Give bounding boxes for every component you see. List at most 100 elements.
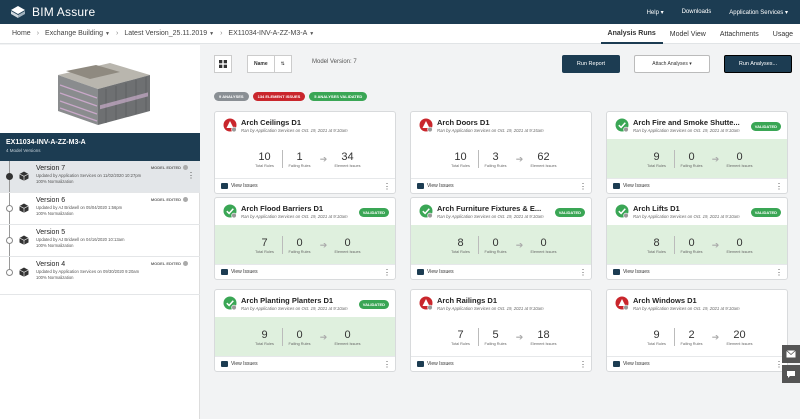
analysis-card[interactable]: Arch Doors D1 Ran by Application Services…: [410, 111, 592, 194]
tab-attachments[interactable]: Attachments: [713, 24, 766, 44]
view-issues-link[interactable]: View Issues: [623, 361, 650, 367]
version-normalization: 100% Normalization: [36, 243, 74, 249]
downloads-link[interactable]: Downloads: [682, 9, 712, 16]
card-footer: View Issues ⋮: [215, 356, 395, 371]
view-issues-link[interactable]: View Issues: [623, 183, 650, 189]
model-thumbnail[interactable]: [0, 45, 200, 133]
tab-usage[interactable]: Usage: [766, 24, 800, 44]
analysis-run-info: Ran by Application Services on Oct. 19, …: [437, 128, 544, 133]
analysis-card[interactable]: Arch Windows D1 Ran by Application Servic…: [606, 289, 788, 372]
attach-analyses-button[interactable]: Attach Analyses ▾: [634, 55, 710, 73]
analysis-card[interactable]: Arch Ceilings D1 Ran by Application Servi…: [214, 111, 396, 194]
element-issues-value: 0: [540, 236, 547, 249]
validated-check-icon: [419, 204, 433, 218]
view-issues-icon: [613, 183, 620, 189]
email-button[interactable]: [782, 345, 800, 363]
arrow-right-icon: ➔: [319, 239, 328, 250]
analyses-count-badge: 9 ANALYSES: [214, 92, 249, 101]
version-item[interactable]: Version 5 Updated by AJ Bridwell on 04/1…: [0, 225, 200, 257]
failing-rules-label: Failing Rules: [484, 249, 507, 254]
more-options-icon[interactable]: ⋮: [579, 182, 587, 191]
model-cube-icon: [19, 203, 29, 213]
card-header: Arch Doors D1 Ran by Application Services…: [411, 112, 591, 138]
timeline-dot: [6, 173, 13, 180]
card-footer: View Issues ⋮: [607, 356, 787, 371]
sort-order-button[interactable]: ⇅: [275, 56, 291, 72]
element-issues-label: Element Issues: [726, 249, 753, 254]
more-options-icon[interactable]: ⋮: [775, 268, 783, 277]
help-menu[interactable]: Help ▾: [647, 9, 664, 16]
total-rules-stat: 9 Total Rules: [640, 151, 674, 168]
view-issues-link[interactable]: View Issues: [231, 269, 258, 275]
more-options-icon[interactable]: ⋮: [383, 268, 391, 277]
more-options-icon[interactable]: ⋮: [383, 182, 391, 191]
caret-down-icon[interactable]: ▼: [105, 31, 110, 37]
more-options-icon[interactable]: ⋮: [579, 268, 587, 277]
view-issues-link[interactable]: View Issues: [427, 269, 454, 275]
element-issues-value: 18: [537, 328, 550, 341]
more-options-icon[interactable]: ⋮: [775, 182, 783, 191]
breadcrumb-model[interactable]: EX11034-INV-A-ZZ-M3-A: [228, 30, 307, 37]
app-title: BIM Assure: [32, 5, 96, 19]
chevron-right-icon: ›: [36, 30, 40, 37]
analysis-card[interactable]: Arch Flood Barriers D1 Ran by Application…: [214, 197, 396, 280]
card-stats: 9 Total Rules 0 Failing Rules ➔ 0 Element Issu…: [215, 317, 395, 357]
analysis-card[interactable]: Arch Planting Planters D1 Ran by Applicat…: [214, 289, 396, 372]
view-issues-icon: [221, 183, 228, 189]
run-analyses-button[interactable]: Run Analyses...: [724, 55, 792, 73]
total-rules-value: 10: [454, 150, 467, 163]
version-item[interactable]: Version 4 Updated by Application Service…: [0, 257, 200, 295]
view-issues-icon: [221, 361, 228, 367]
element-issues-label: Element Issues: [530, 249, 557, 254]
tab-analysis-runs[interactable]: Analysis Runs: [600, 24, 663, 44]
error-warning-icon: [223, 118, 237, 132]
grid-view-button[interactable]: [214, 55, 232, 73]
tab-model-view[interactable]: Model View: [663, 24, 713, 44]
card-footer: View Issues ⋮: [607, 178, 787, 193]
more-options-icon[interactable]: ⋮: [579, 360, 587, 369]
chevron-right-icon: ›: [115, 30, 119, 37]
total-rules-stat: 8 Total Rules: [640, 237, 674, 254]
caret-down-icon[interactable]: ▼: [209, 31, 214, 37]
breadcrumb-version[interactable]: Latest Version_25.11.2019: [124, 30, 207, 37]
sort-by-name-button[interactable]: Name: [248, 56, 275, 72]
info-icon: [183, 197, 188, 202]
view-issues-link[interactable]: View Issues: [623, 269, 650, 275]
breadcrumb-project[interactable]: Exchange Building: [45, 30, 103, 37]
caret-down-icon[interactable]: ▼: [309, 31, 314, 37]
version-item[interactable]: Version 6 Updated by AJ Bridwell on 05/0…: [0, 193, 200, 225]
run-report-button[interactable]: Run Report: [562, 55, 620, 73]
model-cube-icon: [19, 267, 29, 277]
element-issues-stat: 62 Element Issues: [527, 151, 561, 168]
arrow-right-icon: ➔: [515, 153, 524, 164]
analysis-card[interactable]: Arch Furniture Fixtures & E... Ran by App…: [410, 197, 592, 280]
failing-rules-label: Failing Rules: [680, 341, 703, 346]
view-issues-link[interactable]: View Issues: [427, 183, 454, 189]
card-header: Arch Furniture Fixtures & E... Ran by App…: [411, 198, 591, 224]
view-issues-link[interactable]: View Issues: [231, 183, 258, 189]
chevron-right-icon: ›: [220, 30, 223, 37]
view-issues-link[interactable]: View Issues: [427, 361, 454, 367]
total-rules-label: Total Rules: [647, 249, 666, 254]
view-issues-icon: [613, 269, 620, 275]
more-options-icon[interactable]: ⋮: [187, 171, 195, 180]
arrow-right-icon: ➔: [711, 239, 720, 250]
building-model-image: [58, 63, 150, 125]
error-warning-icon: [615, 296, 629, 310]
more-options-icon[interactable]: ⋮: [383, 360, 391, 369]
element-issues-value: 0: [344, 236, 351, 249]
version-normalization: 100% Normalization: [36, 275, 74, 281]
analysis-card[interactable]: Arch Fire and Smoke Shutte... Ran by Appl…: [606, 111, 788, 194]
failing-rules-label: Failing Rules: [484, 163, 507, 168]
view-issues-link[interactable]: View Issues: [231, 361, 258, 367]
failing-rules-label: Failing Rules: [680, 249, 703, 254]
analysis-card[interactable]: Arch Railings D1 Ran by Application Servi…: [410, 289, 592, 372]
card-stats: 9 Total Rules 0 Failing Rules ➔ 0 Element Issu…: [607, 139, 787, 179]
breadcrumb-home[interactable]: Home: [12, 30, 31, 37]
application-services-menu[interactable]: Application Services ▾: [729, 9, 788, 16]
summary-pills: 9 ANALYSES 134 ELEMENT ISSUES 5 ANALYSES…: [214, 92, 368, 101]
chat-button[interactable]: [782, 365, 800, 383]
version-item[interactable]: Version 7 Updated by Application Service…: [0, 161, 200, 193]
model-version-count: 4 Model Versions: [6, 148, 41, 153]
analysis-card[interactable]: Arch Lifts D1 Ran by Application Services…: [606, 197, 788, 280]
